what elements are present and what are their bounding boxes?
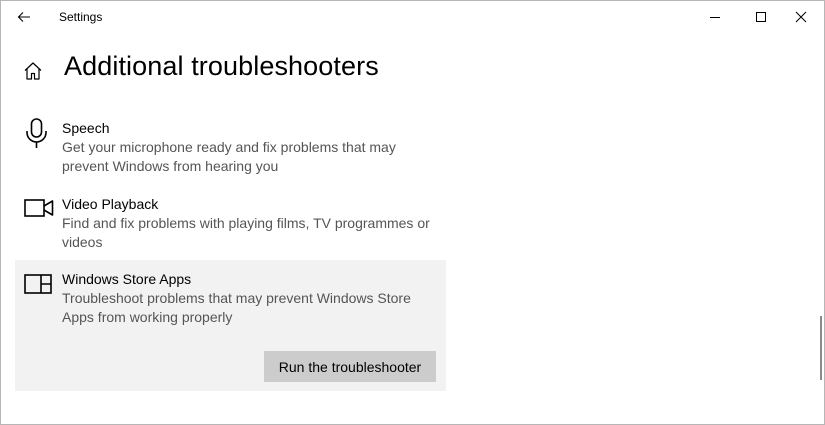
settings-window: Settings Additional troubleshooters Spee… (0, 0, 825, 425)
home-button[interactable] (22, 60, 44, 82)
troubleshooter-title: Speech (62, 120, 110, 136)
troubleshooter-title: Windows Store Apps (62, 271, 192, 287)
minimize-button[interactable] (692, 1, 738, 33)
troubleshooter-video-playback[interactable]: Video Playback Find and fix problems wit… (15, 185, 446, 257)
home-icon (24, 62, 42, 80)
minimize-icon (710, 17, 720, 18)
close-icon (795, 11, 807, 23)
troubleshooter-description: Find and fix problems with playing films… (62, 215, 430, 250)
store-apps-icon (24, 274, 52, 294)
troubleshooter-description: Get your microphone ready and fix proble… (62, 139, 396, 174)
back-arrow-icon (17, 12, 30, 22)
troubleshooter-description: Troubleshoot problems that may prevent W… (62, 290, 411, 325)
page-title: Additional troubleshooters (64, 51, 379, 81)
video-camera-icon (24, 199, 54, 217)
maximize-icon (756, 12, 766, 22)
troubleshooter-speech[interactable]: Speech Get your microphone ready and fix… (15, 109, 446, 181)
troubleshooter-title: Video Playback (62, 196, 159, 212)
microphone-icon (26, 118, 47, 148)
troubleshooter-windows-store-apps[interactable]: Windows Store Apps Troubleshoot problems… (15, 260, 446, 391)
title-bar: Settings (1, 1, 824, 33)
close-button[interactable] (778, 1, 824, 33)
back-button[interactable] (1, 1, 47, 33)
scrollbar-thumb[interactable] (820, 316, 822, 380)
window-title: Settings (59, 10, 103, 24)
run-troubleshooter-button[interactable]: Run the troubleshooter (264, 351, 436, 382)
